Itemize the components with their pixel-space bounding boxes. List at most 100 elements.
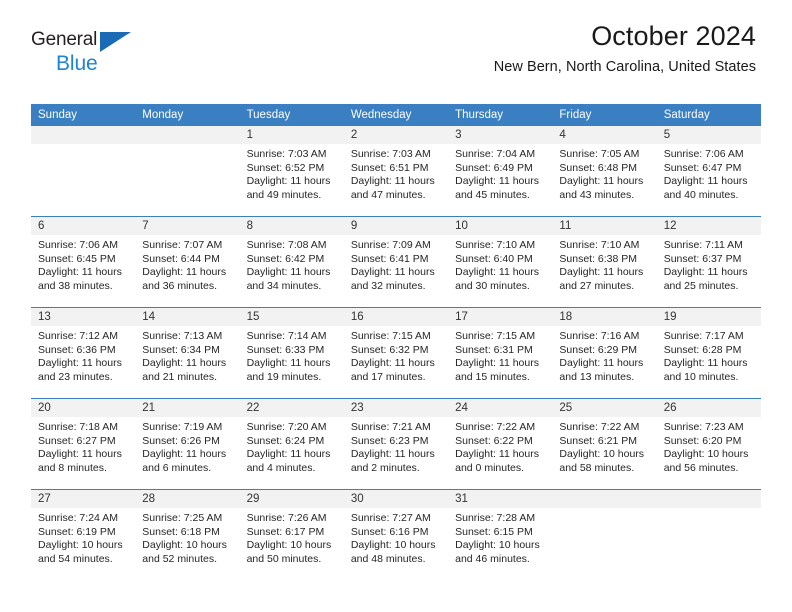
calendar-day-cell[interactable]: 31 Sunrise: 7:28 AM Sunset: 6:15 PM Dayligh… bbox=[448, 489, 553, 580]
sunrise-time: Sunrise: 7:13 AM bbox=[142, 330, 223, 342]
calendar-day-cell[interactable]: 29 Sunrise: 7:26 AM Sunset: 6:17 PM Dayligh… bbox=[239, 489, 344, 580]
calendar-day-cell[interactable]: 12 Sunrise: 7:11 AM Sunset: 6:37 PM Dayligh… bbox=[656, 216, 761, 308]
calendar-body: 1 Sunrise: 7:03 AM Sunset: 6:52 PM Daylight… bbox=[31, 126, 761, 580]
sunrise-sunset-calendar: Sunday Monday Tuesday Wednesday Thursday… bbox=[31, 104, 761, 580]
day-number: 1 bbox=[239, 126, 344, 144]
day-sun-info: Sunrise: 7:09 AM Sunset: 6:41 PM Daylight:… bbox=[344, 235, 448, 293]
day-sun-info: Sunrise: 7:06 AM Sunset: 6:47 PM Daylight:… bbox=[657, 144, 761, 202]
calendar-day-cell[interactable]: 7 Sunrise: 7:07 AM Sunset: 6:44 PM Daylight… bbox=[135, 216, 240, 308]
daylight-duration-line2: and 38 minutes. bbox=[38, 279, 113, 292]
sunrise-time: Sunrise: 7:12 AM bbox=[38, 330, 118, 342]
calendar-day-cell[interactable]: 26 Sunrise: 7:23 AM Sunset: 6:20 PM Dayligh… bbox=[656, 398, 761, 490]
calendar-day-cell[interactable]: 18 Sunrise: 7:16 AM Sunset: 6:29 PM Dayligh… bbox=[552, 307, 657, 399]
daylight-duration-line1: Daylight: 11 hours bbox=[455, 357, 539, 369]
day-cell-inner: 12 Sunrise: 7:11 AM Sunset: 6:37 PM Dayligh… bbox=[656, 217, 761, 307]
calendar-week-row: 27 Sunrise: 7:24 AM Sunset: 6:19 PM Dayligh… bbox=[31, 489, 761, 580]
day-sun-info: Sunrise: 7:15 AM Sunset: 6:32 PM Daylight:… bbox=[344, 326, 448, 384]
daylight-duration-line1: Daylight: 10 hours bbox=[350, 539, 436, 551]
sunrise-time: Sunrise: 7:09 AM bbox=[350, 239, 431, 251]
day-number: 9 bbox=[343, 217, 449, 235]
daylight-duration-line1: Daylight: 10 hours bbox=[559, 448, 645, 460]
sunrise-time: Sunrise: 7:07 AM bbox=[142, 239, 223, 251]
weekday-header-friday: Friday bbox=[552, 104, 657, 126]
day-sun-info: Sunrise: 7:03 AM Sunset: 6:51 PM Daylight:… bbox=[344, 144, 448, 202]
sunset-time: Sunset: 6:28 PM bbox=[663, 343, 742, 356]
calendar-day-cell[interactable]: 17 Sunrise: 7:15 AM Sunset: 6:31 PM Dayligh… bbox=[448, 307, 553, 399]
calendar-day-cell[interactable]: 3 Sunrise: 7:04 AM Sunset: 6:49 PM Daylight… bbox=[448, 126, 553, 217]
daylight-duration-line2: and 54 minutes. bbox=[38, 552, 113, 565]
calendar-day-cell[interactable]: 8 Sunrise: 7:08 AM Sunset: 6:42 PM Daylight… bbox=[239, 216, 344, 308]
calendar-day-cell[interactable]: 20 Sunrise: 7:18 AM Sunset: 6:27 PM Dayligh… bbox=[31, 398, 136, 490]
day-number: 3 bbox=[448, 126, 553, 144]
calendar-day-cell[interactable]: 9 Sunrise: 7:09 AM Sunset: 6:41 PM Daylight… bbox=[343, 216, 449, 308]
day-number: 23 bbox=[343, 399, 449, 417]
calendar-day-cell[interactable]: 11 Sunrise: 7:10 AM Sunset: 6:38 PM Dayligh… bbox=[552, 216, 657, 308]
day-cell-inner: 31 Sunrise: 7:28 AM Sunset: 6:15 PM Dayligh… bbox=[448, 490, 553, 580]
calendar-day-cell[interactable]: 19 Sunrise: 7:17 AM Sunset: 6:28 PM Dayligh… bbox=[656, 307, 761, 399]
sunset-time: Sunset: 6:40 PM bbox=[455, 252, 533, 265]
daylight-duration-line1: Daylight: 11 hours bbox=[142, 266, 227, 278]
day-sun-info: Sunrise: 7:20 AM Sunset: 6:24 PM Daylight:… bbox=[240, 417, 344, 475]
day-sun-info: Sunrise: 7:22 AM Sunset: 6:22 PM Daylight:… bbox=[448, 417, 552, 475]
daylight-duration-line1: Daylight: 10 hours bbox=[455, 539, 540, 551]
day-cell-inner: 28 Sunrise: 7:25 AM Sunset: 6:18 PM Dayligh… bbox=[135, 490, 240, 580]
daylight-duration-line2: and 8 minutes. bbox=[38, 461, 107, 474]
daylight-duration-line1: Daylight: 11 hours bbox=[246, 357, 331, 369]
day-number: 27 bbox=[31, 490, 136, 508]
calendar-day-cell[interactable]: 28 Sunrise: 7:25 AM Sunset: 6:18 PM Dayligh… bbox=[135, 489, 240, 580]
sunset-time: Sunset: 6:47 PM bbox=[663, 161, 742, 174]
daylight-duration-line2: and 15 minutes. bbox=[455, 370, 530, 383]
day-cell-inner: 27 Sunrise: 7:24 AM Sunset: 6:19 PM Dayligh… bbox=[31, 490, 136, 580]
daylight-duration-line2: and 49 minutes. bbox=[246, 188, 322, 201]
sunset-time: Sunset: 6:45 PM bbox=[38, 252, 116, 265]
day-sun-info: Sunrise: 7:27 AM Sunset: 6:16 PM Daylight:… bbox=[344, 508, 448, 566]
daylight-duration-line2: and 17 minutes. bbox=[350, 370, 426, 383]
calendar-day-cell[interactable]: 15 Sunrise: 7:14 AM Sunset: 6:33 PM Dayligh… bbox=[239, 307, 344, 399]
calendar-day-cell[interactable]: 14 Sunrise: 7:13 AM Sunset: 6:34 PM Dayligh… bbox=[135, 307, 240, 399]
daylight-duration-line1: Daylight: 11 hours bbox=[142, 448, 227, 460]
triangle-logo-icon bbox=[100, 32, 131, 52]
calendar-day-cell[interactable]: 30 Sunrise: 7:27 AM Sunset: 6:16 PM Dayligh… bbox=[343, 489, 449, 580]
day-sun-info: Sunrise: 7:21 AM Sunset: 6:23 PM Daylight:… bbox=[344, 417, 448, 475]
day-sun-info: Sunrise: 7:04 AM Sunset: 6:49 PM Daylight:… bbox=[448, 144, 552, 202]
calendar-day-cell[interactable]: 25 Sunrise: 7:22 AM Sunset: 6:21 PM Dayligh… bbox=[552, 398, 657, 490]
sunrise-time: Sunrise: 7:04 AM bbox=[455, 148, 536, 160]
calendar-day-cell[interactable]: 1 Sunrise: 7:03 AM Sunset: 6:52 PM Daylight… bbox=[239, 126, 344, 217]
day-number: 6 bbox=[31, 217, 136, 235]
day-cell-inner: 2 Sunrise: 7:03 AM Sunset: 6:51 PM Daylight… bbox=[343, 126, 449, 216]
weekday-header-sunday: Sunday bbox=[31, 104, 136, 126]
calendar-day-cell[interactable]: 13 Sunrise: 7:12 AM Sunset: 6:36 PM Dayligh… bbox=[31, 307, 136, 399]
daylight-duration-line2: and 52 minutes. bbox=[142, 552, 217, 565]
day-sun-info bbox=[552, 508, 656, 512]
daylight-duration-line2: and 34 minutes. bbox=[246, 279, 322, 292]
calendar-day-cell[interactable]: 22 Sunrise: 7:20 AM Sunset: 6:24 PM Dayligh… bbox=[239, 398, 344, 490]
day-cell-inner bbox=[552, 490, 657, 580]
sunset-time: Sunset: 6:22 PM bbox=[455, 434, 533, 447]
calendar-day-cell[interactable]: 16 Sunrise: 7:15 AM Sunset: 6:32 PM Dayligh… bbox=[343, 307, 449, 399]
calendar-week-row: 6 Sunrise: 7:06 AM Sunset: 6:45 PM Daylight… bbox=[31, 216, 761, 308]
sunset-time: Sunset: 6:32 PM bbox=[350, 343, 429, 356]
sunrise-time: Sunrise: 7:15 AM bbox=[455, 330, 536, 342]
calendar-day-cell[interactable]: 10 Sunrise: 7:10 AM Sunset: 6:40 PM Dayligh… bbox=[448, 216, 553, 308]
calendar-day-cell[interactable]: 6 Sunrise: 7:06 AM Sunset: 6:45 PM Daylight… bbox=[31, 216, 136, 308]
calendar-day-cell[interactable]: 21 Sunrise: 7:19 AM Sunset: 6:26 PM Dayligh… bbox=[135, 398, 240, 490]
calendar-day-cell[interactable]: 4 Sunrise: 7:05 AM Sunset: 6:48 PM Daylight… bbox=[552, 126, 657, 217]
brand-logo[interactable]: General Blue bbox=[31, 30, 151, 74]
day-number: 31 bbox=[448, 490, 553, 508]
sunrise-time: Sunrise: 7:05 AM bbox=[559, 148, 640, 160]
day-sun-info: Sunrise: 7:10 AM Sunset: 6:38 PM Daylight:… bbox=[552, 235, 656, 293]
daylight-duration-line2: and 10 minutes. bbox=[663, 370, 739, 383]
weekday-header-wednesday: Wednesday bbox=[343, 104, 449, 126]
day-sun-info bbox=[657, 508, 761, 512]
calendar-day-cell[interactable]: 24 Sunrise: 7:22 AM Sunset: 6:22 PM Dayligh… bbox=[448, 398, 553, 490]
calendar-day-cell[interactable]: 27 Sunrise: 7:24 AM Sunset: 6:19 PM Dayligh… bbox=[31, 489, 136, 580]
day-sun-info: Sunrise: 7:17 AM Sunset: 6:28 PM Daylight:… bbox=[657, 326, 761, 384]
calendar-day-cell[interactable]: 23 Sunrise: 7:21 AM Sunset: 6:23 PM Dayligh… bbox=[343, 398, 449, 490]
day-sun-info: Sunrise: 7:19 AM Sunset: 6:26 PM Daylight:… bbox=[135, 417, 239, 475]
calendar-day-cell[interactable]: 5 Sunrise: 7:06 AM Sunset: 6:47 PM Daylight… bbox=[656, 126, 761, 217]
calendar-day-cell[interactable]: 2 Sunrise: 7:03 AM Sunset: 6:51 PM Daylight… bbox=[343, 126, 449, 217]
sunset-time: Sunset: 6:38 PM bbox=[559, 252, 638, 265]
day-sun-info: Sunrise: 7:25 AM Sunset: 6:18 PM Daylight:… bbox=[135, 508, 239, 566]
weekday-header-row: Sunday Monday Tuesday Wednesday Thursday… bbox=[31, 104, 761, 126]
day-cell-inner: 14 Sunrise: 7:13 AM Sunset: 6:34 PM Dayligh… bbox=[135, 308, 240, 398]
